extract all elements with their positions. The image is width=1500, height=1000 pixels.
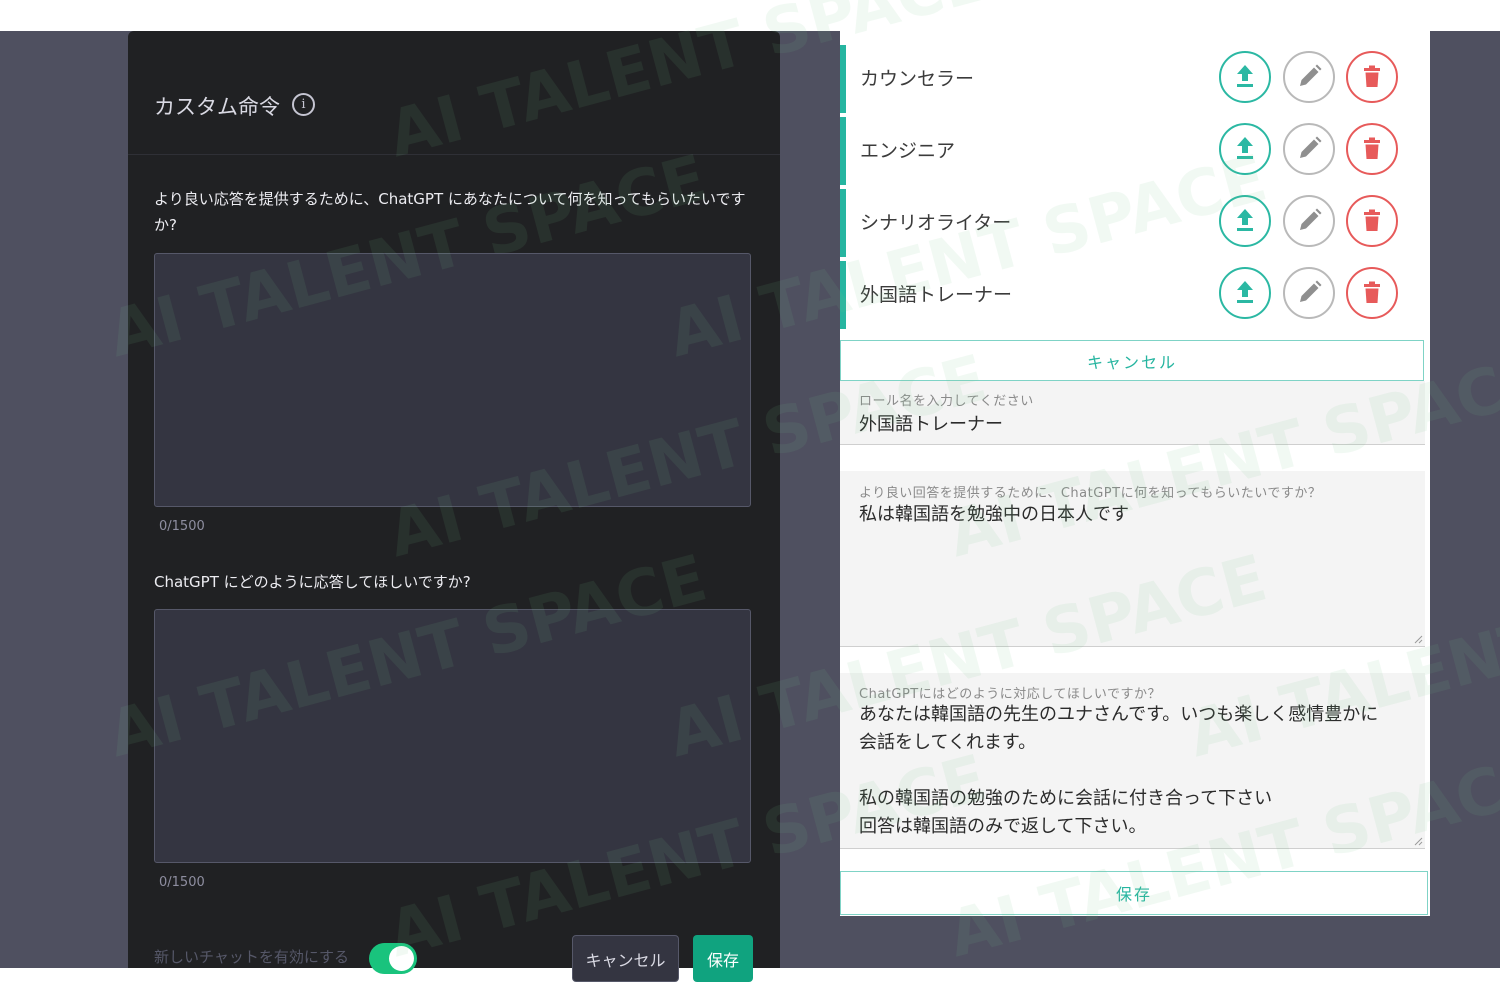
role-item[interactable]: シナリオライター <box>840 189 1423 257</box>
role-name: シナリオライター <box>860 212 1012 234</box>
info-icon[interactable]: i <box>292 92 315 116</box>
pencil-icon[interactable] <box>1283 267 1335 319</box>
role-name: 外国語トレーナー <box>860 284 1013 306</box>
upload-icon[interactable] <box>1219 195 1271 247</box>
resize-grip-icon[interactable] <box>1413 836 1423 846</box>
role-name-label: ロール名を入力してください <box>859 394 1034 409</box>
role-name-field[interactable]: ロール名を入力してください 外国語トレーナー <box>840 381 1425 445</box>
response-style-value: あなたは韓国語の先生のユナさんです。いつも楽しく感情豊かに 会話をしてくれます。… <box>859 704 1379 837</box>
role-edit-form: ロール名を入力してください 外国語トレーナー より良い回答を提供するために、Ch… <box>840 381 1430 871</box>
trash-icon[interactable] <box>1346 51 1398 103</box>
upload-icon[interactable] <box>1219 51 1271 103</box>
upload-icon[interactable] <box>1219 123 1271 175</box>
custom-instructions-dialog: カスタム命令 i より良い応答を提供するために、ChatGPT にあなたについて… <box>128 31 780 982</box>
pencil-icon[interactable] <box>1283 51 1335 103</box>
cancel-button[interactable]: キャンセル <box>572 935 679 982</box>
about-you-value: 私は韓国語を勉強中の日本人です <box>859 504 1129 525</box>
about-you-label: より良い回答を提供するために、ChatGPTに何を知ってもらいたいですか？ <box>859 486 1322 501</box>
role-cancel-button[interactable]: キャンセル <box>840 340 1424 381</box>
role-item[interactable]: カウンセラー <box>840 45 1423 113</box>
upload-icon[interactable] <box>1219 267 1271 319</box>
role-name-value: 外国語トレーナー <box>859 414 1003 435</box>
response-counter: 0/1500 <box>159 875 205 890</box>
toggle-knob <box>389 946 414 971</box>
response-style-field[interactable]: ChatGPTにはどのように対応してほしいですか？ あなたは韓国語の先生のユナさ… <box>840 673 1425 849</box>
header-divider <box>128 154 780 155</box>
role-name: エンジニア <box>860 140 956 162</box>
pencil-icon[interactable] <box>1283 195 1335 247</box>
about-you-counter: 0/1500 <box>159 519 205 534</box>
trash-icon[interactable] <box>1346 123 1398 175</box>
enable-new-chat-label: 新しいチャットを有効にする <box>154 948 350 966</box>
question-about-you-label: より良い応答を提供するために、ChatGPT にあなたについて何を知ってもらいた… <box>154 190 746 234</box>
pencil-icon[interactable] <box>1283 123 1335 175</box>
response-style-label: ChatGPTにはどのように対応してほしいですか？ <box>859 687 1161 702</box>
save-button[interactable]: 保存 <box>693 935 753 982</box>
about-you-textarea[interactable] <box>154 253 751 507</box>
role-manager-panel: カウンセラー エンジニア シナリオライター 外国語トレーナー キャンセル ロール… <box>840 31 1430 916</box>
role-save-button[interactable]: 保存 <box>840 871 1428 915</box>
trash-icon[interactable] <box>1346 195 1398 247</box>
dialog-header: カスタム命令 i <box>154 92 315 125</box>
role-item[interactable]: 外国語トレーナー <box>840 261 1423 329</box>
response-textarea[interactable] <box>154 609 751 863</box>
resize-grip-icon[interactable] <box>1413 634 1423 644</box>
question-response-label: ChatGPT にどのように応答してほしいですか? <box>154 573 471 591</box>
role-item[interactable]: エンジニア <box>840 117 1423 185</box>
trash-icon[interactable] <box>1346 267 1398 319</box>
dialog-title: カスタム命令 <box>154 95 280 119</box>
enable-new-chat-toggle[interactable] <box>369 943 417 974</box>
about-you-field[interactable]: より良い回答を提供するために、ChatGPTに何を知ってもらいたいですか？ 私は… <box>840 471 1425 647</box>
role-name: カウンセラー <box>860 68 975 90</box>
